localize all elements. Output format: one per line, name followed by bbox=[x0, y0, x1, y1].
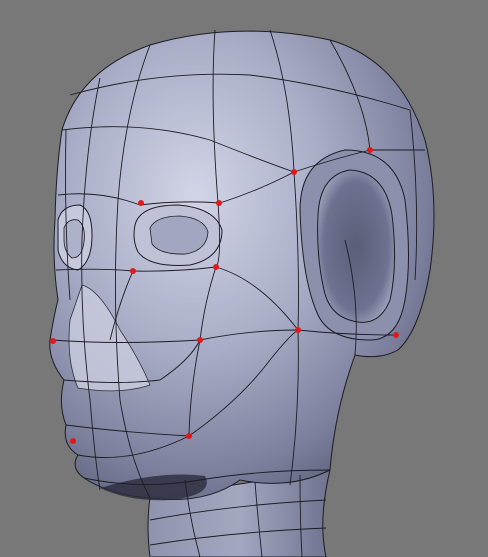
vertex[interactable] bbox=[50, 338, 56, 344]
vertex[interactable] bbox=[138, 200, 144, 206]
vertex[interactable] bbox=[197, 337, 203, 343]
vertex[interactable] bbox=[70, 438, 76, 444]
vertex[interactable] bbox=[216, 200, 222, 206]
eye-socket-near-inner bbox=[149, 215, 209, 255]
vertex[interactable] bbox=[295, 327, 301, 333]
vertex[interactable] bbox=[291, 169, 297, 175]
3d-viewport[interactable] bbox=[0, 0, 488, 557]
ear-inner bbox=[317, 169, 396, 323]
vertex[interactable] bbox=[213, 264, 219, 270]
vertex[interactable] bbox=[130, 268, 136, 274]
vertex[interactable] bbox=[186, 433, 192, 439]
head-mesh-canvas[interactable] bbox=[0, 0, 488, 557]
vertex[interactable] bbox=[393, 332, 399, 338]
vertex[interactable] bbox=[367, 147, 373, 153]
